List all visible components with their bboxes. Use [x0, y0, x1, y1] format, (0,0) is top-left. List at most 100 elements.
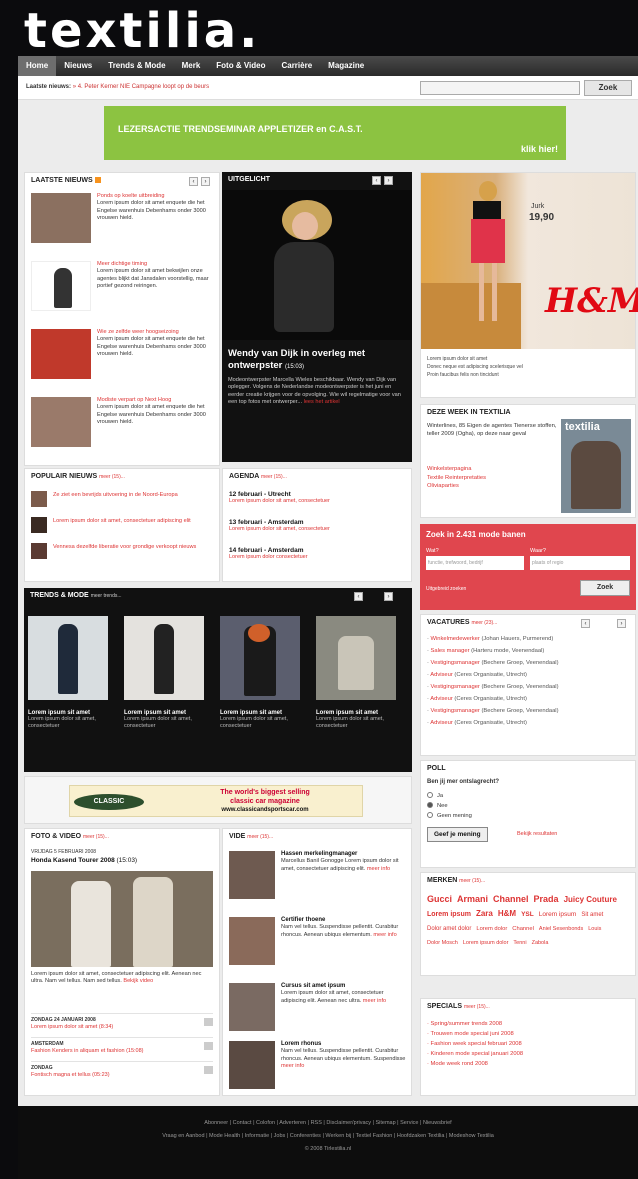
trends-more-link[interactable]: meer trends...: [91, 593, 122, 599]
list-item[interactable]: · Vestigingsmanager (Bechere Groep, Veen…: [427, 705, 559, 717]
search-button[interactable]: Zoek: [584, 80, 632, 96]
vacancy-title[interactable]: Adviseur: [430, 720, 453, 726]
vide-item[interactable]: Cursus sit amet ipsum Lorem ipsum dolor s…: [229, 983, 409, 1041]
list-item[interactable]: · Sales manager (Harteru mode, Veenendaa…: [427, 645, 559, 657]
list-item[interactable]: · Kinderen mode special januari 2008: [427, 1049, 523, 1059]
video-mini-item[interactable]: ZONDAG 24 JANUARI 2008 Lorem ipsum dolor …: [31, 1013, 213, 1034]
special-link[interactable]: Kinderen mode special januari 2008: [431, 1051, 524, 1057]
rss-icon[interactable]: [94, 177, 101, 184]
video-headline[interactable]: Honda Kasend Tourer 2008 (15:03): [31, 857, 137, 864]
list-item[interactable]: Vennesa dezelfde liberatie voor grondige…: [31, 543, 216, 563]
specials-more-link[interactable]: meer (15)...: [464, 1004, 490, 1010]
nav-home[interactable]: Home: [18, 56, 57, 76]
video-mini-item[interactable]: ZONDAG Fontisch magna et tellus (05:23): [31, 1061, 213, 1082]
poll-option[interactable]: Ja: [427, 791, 472, 801]
brand-tag[interactable]: Gucci: [427, 893, 452, 906]
next-arrow-icon[interactable]: ›: [384, 176, 393, 185]
vacancies-more-link[interactable]: meer (23)...: [471, 620, 497, 626]
vide-name[interactable]: Certifier thoene: [281, 917, 407, 924]
trend-item[interactable]: Lorem ipsum sit amet Lorem ipsum dolor s…: [316, 616, 404, 730]
video-mini-link[interactable]: Fashion Kenders in aliquam et fashion (1…: [31, 1048, 144, 1054]
vacancy-title[interactable]: Vestigingsmanager: [431, 708, 480, 714]
banner-cta[interactable]: klik hier!: [521, 144, 558, 154]
brand-tag[interactable]: Channel: [493, 893, 529, 906]
agenda-item[interactable]: 12 februari - Utrecht Lorem ipsum dolor s…: [229, 491, 330, 504]
vacancy-title[interactable]: Sales manager: [431, 648, 470, 654]
video-mini-item[interactable]: AMSTERDAM Fashion Kenders in aliquam et f…: [31, 1037, 213, 1058]
list-item[interactable]: · Trouwen mode special juni 2008: [427, 1029, 523, 1039]
popular-link[interactable]: Lorem ipsum dolor sit amet, consectetuer…: [53, 518, 218, 525]
brand-tag[interactable]: Channel: [512, 923, 534, 936]
this-week-link[interactable]: Oliviaparties: [427, 482, 486, 491]
list-item[interactable]: · Vestigingsmanager (Bechere Groep, Veen…: [427, 681, 559, 693]
news-item-title[interactable]: Wie ze zelfde weer hoogseizoing: [97, 329, 179, 335]
nav-carriere[interactable]: Carrière: [273, 56, 320, 76]
news-item-title[interactable]: Modiste verpart op Next Hoog: [97, 397, 171, 403]
classic-ad[interactable]: CLASSIC The world's biggest selling clas…: [24, 776, 412, 824]
photo-video-more-link[interactable]: meer (15)...: [83, 834, 109, 840]
prev-arrow-icon[interactable]: ‹: [581, 619, 590, 628]
brand-tag[interactable]: Tenni: [513, 937, 526, 950]
brand-tag[interactable]: Juicy Couture: [564, 893, 617, 906]
brand-tag[interactable]: Zabola: [532, 937, 549, 950]
featured-headline[interactable]: Wendy van Dijk in overleg met ontwerpste…: [228, 348, 406, 373]
video-more-link[interactable]: Bekijk video: [123, 978, 153, 984]
list-item[interactable]: Lorem ipsum dolor sit amet, consectetuer…: [31, 517, 216, 537]
special-link[interactable]: Mode week rond 2008: [431, 1061, 488, 1067]
next-arrow-icon[interactable]: ›: [384, 592, 393, 601]
brand-tag[interactable]: Lorem ipsum: [427, 908, 471, 921]
list-item[interactable]: · Spring/summer trends 2008: [427, 1019, 523, 1029]
brand-tag[interactable]: H&M: [498, 907, 516, 920]
agenda-item[interactable]: 13 februari - Amsterdam Lorem ipsum dolor…: [229, 519, 330, 532]
site-logo[interactable]: textilia.: [24, 6, 260, 56]
radio-icon[interactable]: [427, 792, 433, 799]
popular-link[interactable]: Ze ziet een bevrijds uitvoering in de No…: [53, 492, 218, 499]
list-item[interactable]: · Adviseur (Ceres Organisatie, Utrecht): [427, 669, 559, 681]
play-icon[interactable]: [204, 1018, 213, 1026]
vacancy-title[interactable]: Winkelmedewerker: [431, 636, 480, 642]
brand-tag[interactable]: Dolor Mosch: [427, 937, 458, 950]
featured-photo[interactable]: [222, 190, 412, 340]
this-week-link[interactable]: Winkelsterpagina: [427, 465, 486, 474]
news-item-title[interactable]: Meer dichtige timing: [97, 261, 147, 267]
vide-more[interactable]: meer info: [363, 998, 386, 1004]
play-icon[interactable]: [204, 1042, 213, 1050]
brand-tag[interactable]: Lorem ipsum dolor: [463, 937, 509, 950]
vide-item[interactable]: Lorem rhonus Nam vel tellus. Suspendisse …: [229, 1041, 409, 1099]
news-item-title[interactable]: Ponds op koelte uitbreiding: [97, 193, 164, 199]
video-mini-link[interactable]: Lorem ipsum dolor sit amet (8:34): [31, 1024, 113, 1030]
nav-magazine[interactable]: Magazine: [320, 56, 372, 76]
nav-nieuws[interactable]: Nieuws: [56, 56, 100, 76]
special-link[interactable]: Trouwen mode special juni 2008: [430, 1031, 513, 1037]
vacancy-title[interactable]: Adviseur: [430, 696, 453, 702]
list-item[interactable]: · Fashion week special februari 2008: [427, 1039, 523, 1049]
list-item[interactable]: · Adviseur (Ceres Organisatie, Utrecht): [427, 717, 559, 729]
agenda-text[interactable]: Lorem ipsum dolor sit amet, consectetuer: [229, 498, 330, 504]
brand-tag[interactable]: Sit amet: [581, 909, 603, 922]
vide-more-link[interactable]: meer (15)...: [247, 834, 273, 840]
agenda-item[interactable]: 14 februari - Amsterdam Lorem ipsum dolor…: [229, 547, 308, 560]
wat-input[interactable]: functie, trefwoord, bedrijf: [426, 556, 524, 570]
prev-arrow-icon[interactable]: ‹: [189, 177, 198, 186]
news-item[interactable]: Meer dichtige timing Lorem ipsum dolor si…: [31, 261, 221, 317]
this-week-link[interactable]: Textile Reinterpretaties: [427, 474, 486, 483]
footer-links[interactable]: Abonneer | Contact | Colofon | Advertere…: [18, 1120, 638, 1126]
vacancy-title[interactable]: Adviseur: [430, 672, 453, 678]
vacancy-title[interactable]: Vestigingsmanager: [431, 684, 480, 690]
poll-option[interactable]: Geen mening: [427, 811, 472, 821]
job-search-button[interactable]: Zoek: [580, 580, 630, 596]
vacancy-title[interactable]: Vestigingsmanager: [431, 660, 480, 666]
popular-more-link[interactable]: meer (15)...: [99, 474, 125, 480]
promo-banner[interactable]: LEZERSACTIE TRENDSEMINAR APPLETIZER en C…: [104, 106, 566, 160]
video-headline-text[interactable]: Honda Kasend Tourer 2008: [31, 857, 115, 864]
next-arrow-icon[interactable]: ›: [201, 177, 210, 186]
special-link[interactable]: Spring/summer trends 2008: [431, 1021, 503, 1027]
nav-foto-video[interactable]: Foto & Video: [208, 56, 273, 76]
featured-more-link[interactable]: lees het artikel: [304, 399, 340, 405]
brand-tag[interactable]: YSL: [521, 908, 534, 921]
video-mini-link[interactable]: Fontisch magna et tellus (05:23): [31, 1072, 110, 1078]
brand-tag[interactable]: Louis: [588, 923, 601, 936]
play-icon[interactable]: [204, 1066, 213, 1074]
ticker-headline[interactable]: » 4. Peter Kerner NIE Campagne loopt op …: [73, 84, 209, 90]
agenda-more-link[interactable]: meer (15)...: [261, 474, 287, 480]
